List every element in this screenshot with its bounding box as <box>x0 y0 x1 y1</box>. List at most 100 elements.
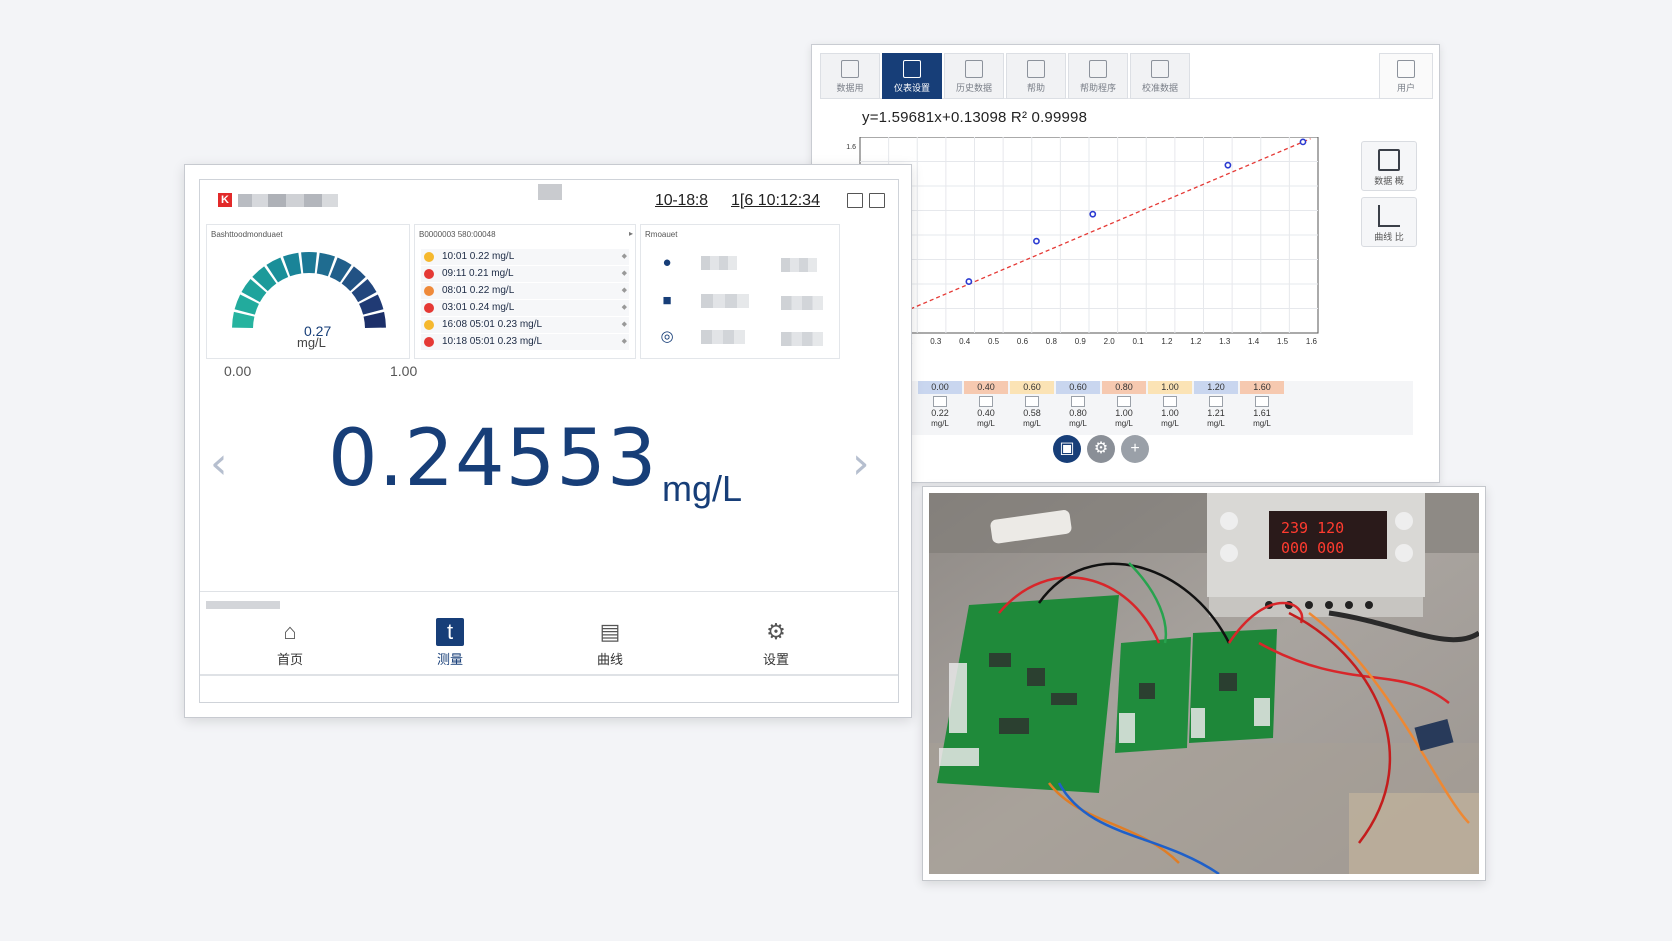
nav-settings[interactable]: ⚙ 设置 <box>736 612 816 670</box>
measured-value: 1.00 <box>1161 408 1179 418</box>
tab-help[interactable]: 帮助 <box>1006 53 1066 99</box>
data-icon <box>841 60 859 78</box>
calibration-point[interactable]: 0.80 1.00 mg/L <box>1102 381 1146 435</box>
data-point <box>965 278 973 285</box>
history-item[interactable]: 16:08 05:01 0.23 mg/L ◆ <box>421 317 629 333</box>
header-date: 10-18:8 <box>655 192 708 209</box>
tab-help-program[interactable]: 帮助程序 <box>1068 53 1128 99</box>
status-blurred <box>206 601 280 609</box>
main-screen: K 10-18:8 1[6 10:12:34 Bashttoodmonduaet… <box>199 179 899 703</box>
calibration-point[interactable]: 0.60 0.80 mg/L <box>1056 381 1100 435</box>
nav-curve[interactable]: ▤ 曲线 <box>570 612 650 670</box>
standard-value: 1.00 <box>1148 381 1192 394</box>
lab-photo: 239 120 000 000 <box>929 493 1479 874</box>
measured-value: 0.80 <box>1069 408 1087 418</box>
nav-measure[interactable]: t 测量 <box>410 612 490 670</box>
calibration-point[interactable]: 1.20 1.21 mg/L <box>1194 381 1238 435</box>
sample-icon <box>1209 396 1223 407</box>
data-report-button[interactable]: 数据 概 <box>1361 141 1417 191</box>
tab-data[interactable]: 数据用 <box>820 53 880 99</box>
brand-name-blurred <box>238 194 338 207</box>
tab-history[interactable]: 历史数据 <box>944 53 1004 99</box>
location-name-blurred <box>701 330 745 344</box>
status-dot-icon <box>424 269 434 279</box>
lab-photo-frame: 239 120 000 000 <box>922 486 1486 881</box>
screenshot-icon[interactable] <box>847 193 863 208</box>
drag-handle-icon[interactable]: ◆ <box>622 317 627 333</box>
tab-user[interactable]: 用户 <box>1379 53 1433 99</box>
measure-icon: t <box>436 618 464 646</box>
operator-icon: ■ <box>662 292 672 309</box>
calibration-point[interactable]: 0.00 0.22 mg/L <box>918 381 962 435</box>
history-icon <box>965 60 983 78</box>
history-item[interactable]: 03:01 0.24 mg/L ◆ <box>421 300 629 316</box>
gauge-segment <box>232 311 255 328</box>
history-title: B0000003 580:00048 <box>419 230 496 239</box>
unit-label: mg/L <box>1069 419 1087 428</box>
x-tick-label: 1.2 <box>1161 337 1173 346</box>
calibration-point[interactable]: 0.60 0.58 mg/L <box>1010 381 1054 435</box>
tab-calibration-data[interactable]: 校准数据 <box>1130 53 1190 99</box>
unit-label: mg/L <box>1161 419 1179 428</box>
bottom-border <box>200 674 898 676</box>
calibration-toolbar: 数据用 仪表设置 历史数据 帮助 帮助程序 校准数据 用户 <box>820 53 1433 99</box>
x-tick-label: 0.6 <box>1017 337 1029 346</box>
save-button[interactable]: ▣ <box>1053 435 1081 463</box>
drag-handle-icon[interactable]: ◆ <box>622 283 627 299</box>
calibration-settings-button[interactable]: ⚙ <box>1087 435 1115 463</box>
drag-handle-icon[interactable]: ◆ <box>622 334 627 350</box>
history-item-text: 08:01 0.22 mg/L <box>442 285 515 296</box>
user-icon <box>1397 60 1415 78</box>
status-dot-icon <box>424 252 434 262</box>
sample-icon <box>979 396 993 407</box>
measured-value: 1.61 <box>1253 408 1271 418</box>
gauge-min-label: 0.00 <box>224 363 252 379</box>
x-tick-label: 1.2 <box>1190 337 1202 346</box>
data-point <box>1089 210 1097 218</box>
history-item[interactable]: 08:01 0.22 mg/L ◆ <box>421 283 629 299</box>
nav-home[interactable]: ⌂ 首页 <box>250 612 330 670</box>
gauge-segment <box>301 252 317 274</box>
drag-handle-icon[interactable]: ◆ <box>622 266 627 282</box>
gear-icon: ⚙ <box>1093 440 1109 457</box>
sample-icon <box>1255 396 1269 407</box>
history-panel: B0000003 580:00048 ▸ 10:01 0.22 mg/L ◆ 09:… <box>414 224 636 359</box>
x-tick-label: 1.4 <box>1248 337 1260 346</box>
status-dot-icon <box>424 320 434 330</box>
measured-value: 0.40 <box>977 408 995 418</box>
unit-label: mg/L <box>977 419 995 428</box>
gauge-unit: mg/L <box>297 335 326 350</box>
calibration-point[interactable]: 1.60 1.61 mg/L <box>1240 381 1284 435</box>
curve-compare-button[interactable]: 曲线 比 <box>1361 197 1417 247</box>
calibration-point[interactable]: 1.00 1.00 mg/L <box>1148 381 1192 435</box>
calibration-point[interactable]: 0.40 0.40 mg/L <box>964 381 1008 435</box>
instrument-icon <box>903 60 921 78</box>
history-item[interactable]: 09:11 0.21 mg/L ◆ <box>421 266 629 282</box>
header-blurred-mark <box>538 184 562 200</box>
header-time: 1[6 10:12:34 <box>731 192 820 209</box>
history-item-text: 10:01 0.22 mg/L <box>442 251 515 262</box>
standard-value: 0.40 <box>964 381 1008 394</box>
unit-label: mg/L <box>931 419 949 428</box>
chevron-right-icon[interactable]: ▸ <box>629 229 633 238</box>
previous-arrow-icon[interactable]: ‹ <box>210 442 228 486</box>
sample-icon <box>1163 396 1177 407</box>
add-point-button[interactable]: + <box>1121 435 1149 463</box>
history-item[interactable]: 10:01 0.22 mg/L ◆ <box>421 249 629 265</box>
unit-label: mg/L <box>1207 419 1225 428</box>
status-dot-icon <box>424 337 434 347</box>
drag-handle-icon[interactable]: ◆ <box>622 300 627 316</box>
gauge-panel: Bashttoodmonduaet 0.27 mg/L <box>206 224 410 359</box>
drag-handle-icon[interactable]: ◆ <box>622 249 627 265</box>
history-item[interactable]: 10:18 05:01 0.23 mg/L ◆ <box>421 334 629 350</box>
data-point <box>1033 237 1040 245</box>
user-profile-icon[interactable] <box>869 193 885 208</box>
tab-instrument-settings[interactable]: 仪表设置 <box>882 53 942 99</box>
regression-equation: y=1.59681x+0.13098 R² 0.99998 <box>862 109 1088 126</box>
x-tick-label: 1.3 <box>1219 337 1231 346</box>
unit-label: mg/L <box>1253 419 1271 428</box>
standard-value: 1.20 <box>1194 381 1238 394</box>
y-tick-label: 1.6 <box>846 144 856 151</box>
standard-value: 1.60 <box>1240 381 1284 394</box>
next-arrow-icon[interactable]: › <box>852 442 870 486</box>
